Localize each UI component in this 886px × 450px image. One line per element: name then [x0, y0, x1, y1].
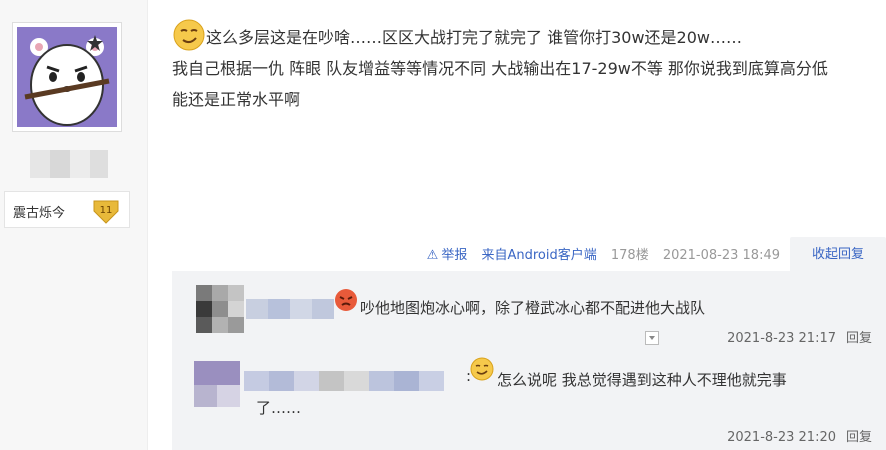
post-text-line-3: 能还是正常水平啊	[172, 90, 301, 109]
reply-button[interactable]: 回复	[846, 331, 872, 346]
reply-username-blurred[interactable]	[246, 299, 334, 319]
post-line-1: 这么多层这是在吵啥……区区大战打完了就完了 谁管你打30w还是20w……	[172, 19, 884, 53]
author-name-blurred[interactable]	[30, 150, 108, 178]
post-meta: ⚠ 举报 来自Android客户端 178楼 2021-08-23 18:49	[427, 244, 780, 263]
collapse-replies-button[interactable]: 收起回复	[790, 237, 886, 272]
post-time: 2021-08-23 18:49	[662, 248, 780, 263]
reply-time: 2021-8-23 21:17	[727, 331, 836, 346]
warning-icon[interactable]: ⚠	[427, 248, 439, 263]
reply-text: 吵他地图炮冰心啊，除了橙武冰心都不配进他大战队	[360, 299, 706, 317]
bear-avatar-icon	[17, 27, 117, 127]
reply-item: 吵他地图炮冰心啊，除了橙武冰心都不配进他大战队 2021-8-23 21:17 回…	[172, 271, 886, 355]
post-text-line-2: 我自己根据一仇 阵眼 队友增益等等情况不同 大战输出在17-29w不等 那你说我…	[172, 59, 828, 78]
reply-meta: 2021-8-23 21:20 回复	[727, 426, 872, 445]
reply-list: 吵他地图炮冰心啊，除了橙武冰心都不配进他大战队 2021-8-23 21:17 回…	[172, 271, 886, 450]
reply-meta: 2021-8-23 21:17 回复	[727, 327, 872, 346]
badge-name: 震古烁今	[13, 206, 66, 221]
client-link[interactable]: 来自Android客户端	[481, 248, 596, 263]
post-text-line-1: 这么多层这是在吵啥……区区大战打完了就完了 谁管你打30w还是20w……	[206, 28, 742, 47]
report-link[interactable]: 举报	[441, 248, 467, 263]
floor-number: 178楼	[610, 248, 649, 263]
reply-text-line-2: 了……	[256, 399, 302, 417]
expand-dropdown-icon[interactable]	[645, 331, 659, 345]
reply-item: : 怎么说呢 我总觉得遇到这种人不理他就完事 了…… 2021-8-23 21:…	[172, 355, 886, 450]
post-content: 这么多层这是在吵啥……区区大战打完了就完了 谁管你打30w还是20w…… 我自己…	[172, 19, 884, 115]
reply-text-line-1: 怎么说呢 我总觉得遇到这种人不理他就完事	[497, 371, 787, 389]
smirk-face-icon	[470, 357, 494, 381]
reply-time: 2021-8-23 21:20	[727, 430, 836, 445]
author-sidebar: 震古烁今 11	[0, 0, 148, 450]
reply-button[interactable]: 回复	[846, 430, 872, 445]
reply-username-blurred[interactable]	[244, 371, 444, 391]
reply-avatar[interactable]	[196, 285, 244, 333]
reply-avatar[interactable]	[194, 361, 240, 407]
smirk-face-icon	[173, 19, 205, 50]
level-badge-icon: 11	[93, 200, 119, 224]
author-avatar[interactable]	[12, 22, 122, 132]
member-badge[interactable]: 震古烁今 11	[4, 191, 130, 228]
angry-face-icon	[335, 289, 357, 311]
level-number: 11	[100, 205, 113, 216]
